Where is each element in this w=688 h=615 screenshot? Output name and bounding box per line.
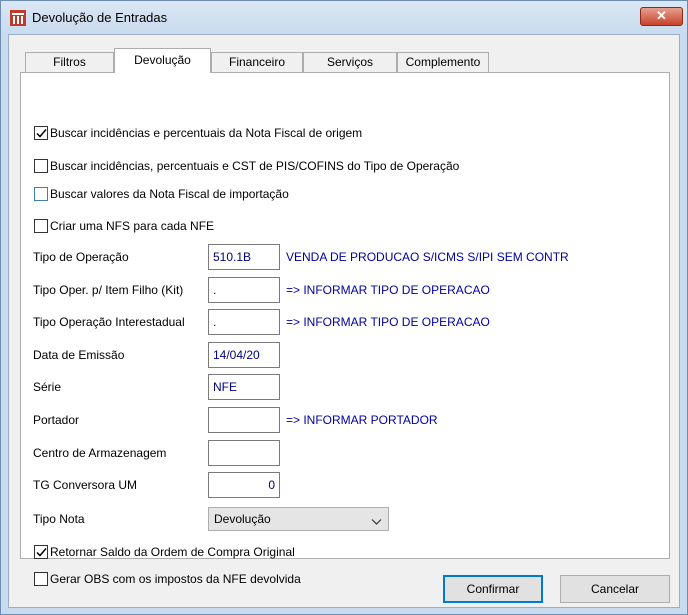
checkbox-gerar-obs-impostos[interactable]: Gerar OBS com os impostos da NFE devolvi…: [34, 572, 334, 588]
checkbox-label: Criar uma NFS para cada NFE: [50, 219, 215, 233]
tipo-operacao-description: VENDA DE PRODUCAO S/ICMS S/IPI SEM CONTR: [286, 250, 569, 264]
title-bar[interactable]: Devolução de Entradas ✕: [1, 1, 687, 33]
checkbox-label: Buscar incidências e percentuais da Nota…: [50, 126, 363, 140]
label-portador: Portador: [33, 413, 80, 427]
tipo-nota-select[interactable]: Devolução: [208, 507, 389, 531]
checkmark-icon: [36, 129, 47, 138]
label-tipo-operacao: Tipo de Operação: [33, 250, 129, 264]
tipo-oper-interestadual-description: => INFORMAR TIPO DE OPERACAO: [286, 315, 490, 329]
checkbox-box[interactable]: [34, 572, 48, 586]
tipo-nota-value: Devolução: [214, 512, 271, 526]
tab-label: Serviços: [326, 55, 373, 69]
tipo-oper-kit-input[interactable]: .: [208, 277, 280, 303]
label-tg-conversora: TG Conversora UM: [33, 478, 138, 492]
tipo-oper-kit-description: => INFORMAR TIPO DE OPERACAO: [286, 283, 490, 297]
close-button[interactable]: ✕: [640, 7, 683, 26]
tab-filtros[interactable]: Filtros: [25, 52, 114, 72]
cancel-button-label: Cancelar: [590, 582, 640, 596]
tipo-oper-interestadual-input[interactable]: .: [208, 309, 280, 335]
checkbox-buscar-valores-importacao[interactable]: Buscar valores da Nota Fiscal de importa…: [34, 187, 354, 203]
tab-bar: Filtros Devolução Financeiro Serviços Co…: [9, 35, 681, 75]
tg-conversora-input[interactable]: 0: [208, 472, 280, 498]
app-logo-icon: [10, 10, 26, 26]
label-tipo-oper-interestadual: Tipo Operação Interestadual: [33, 315, 185, 329]
portador-input[interactable]: [208, 407, 280, 433]
tab-devolucao[interactable]: Devolução: [114, 48, 211, 73]
label-tipo-nota: Tipo Nota: [33, 512, 85, 526]
devolucao-panel: Buscar incidências e percentuais da Nota…: [20, 72, 670, 586]
checkbox-buscar-incidencias-nf-origem[interactable]: Buscar incidências e percentuais da Nota…: [34, 126, 434, 142]
data-emissao-input[interactable]: 14/04/20: [208, 342, 280, 368]
label-tipo-oper-kit: Tipo Oper. p/ Item Filho (Kit): [33, 283, 184, 297]
tab-label: Financeiro: [228, 55, 286, 69]
label-data-emissao: Data de Emissão: [33, 348, 125, 362]
close-icon: ✕: [656, 8, 667, 23]
tab-servicos[interactable]: Serviços: [303, 52, 397, 72]
checkbox-label: Buscar incidências, percentuais e CST de…: [50, 159, 460, 173]
checkbox-label: Gerar OBS com os impostos da NFE devolvi…: [50, 572, 301, 586]
window-title: Devolução de Entradas: [32, 10, 168, 25]
tab-financeiro[interactable]: Financeiro: [211, 52, 303, 72]
tab-label: Filtros: [53, 55, 86, 69]
tab-complemento[interactable]: Complemento: [397, 52, 489, 72]
centro-armazenagem-input[interactable]: [208, 440, 280, 466]
confirm-button[interactable]: Confirmar: [443, 575, 543, 603]
checkbox-box[interactable]: [34, 187, 48, 201]
checkbox-box[interactable]: [34, 219, 48, 233]
chevron-down-icon: [371, 512, 382, 534]
cancel-button[interactable]: Cancelar: [560, 575, 670, 603]
checkbox-box[interactable]: [34, 159, 48, 173]
tipo-operacao-input[interactable]: 510.1B: [208, 244, 280, 270]
checkbox-label: Buscar valores da Nota Fiscal de importa…: [50, 187, 289, 201]
dialog-client: Filtros Devolução Financeiro Serviços Co…: [8, 34, 680, 608]
label-centro-armazenagem: Centro de Armazenagem: [33, 446, 167, 460]
portador-description: => INFORMAR PORTADOR: [286, 413, 438, 427]
checkbox-retornar-saldo-oc[interactable]: Retornar Saldo da Ordem de Compra Origin…: [34, 545, 334, 561]
label-serie: Série: [33, 380, 62, 394]
serie-input[interactable]: NFE: [208, 374, 280, 400]
checkbox-box[interactable]: [34, 545, 48, 559]
checkbox-label: Retornar Saldo da Ordem de Compra Origin…: [50, 545, 295, 559]
dialog-window: Devolução de Entradas ✕ Filtros Devoluçã…: [0, 0, 688, 615]
checkmark-icon: [36, 548, 47, 557]
checkbox-box[interactable]: [34, 126, 48, 140]
confirm-button-label: Confirmar: [466, 582, 520, 596]
checkbox-criar-nfs-cada-nfe[interactable]: Criar uma NFS para cada NFE: [34, 219, 294, 235]
tab-label: Complemento: [405, 55, 481, 69]
checkbox-buscar-cst-pis-cofins[interactable]: Buscar incidências, percentuais e CST de…: [34, 159, 534, 175]
tab-label: Devolução: [134, 53, 191, 67]
